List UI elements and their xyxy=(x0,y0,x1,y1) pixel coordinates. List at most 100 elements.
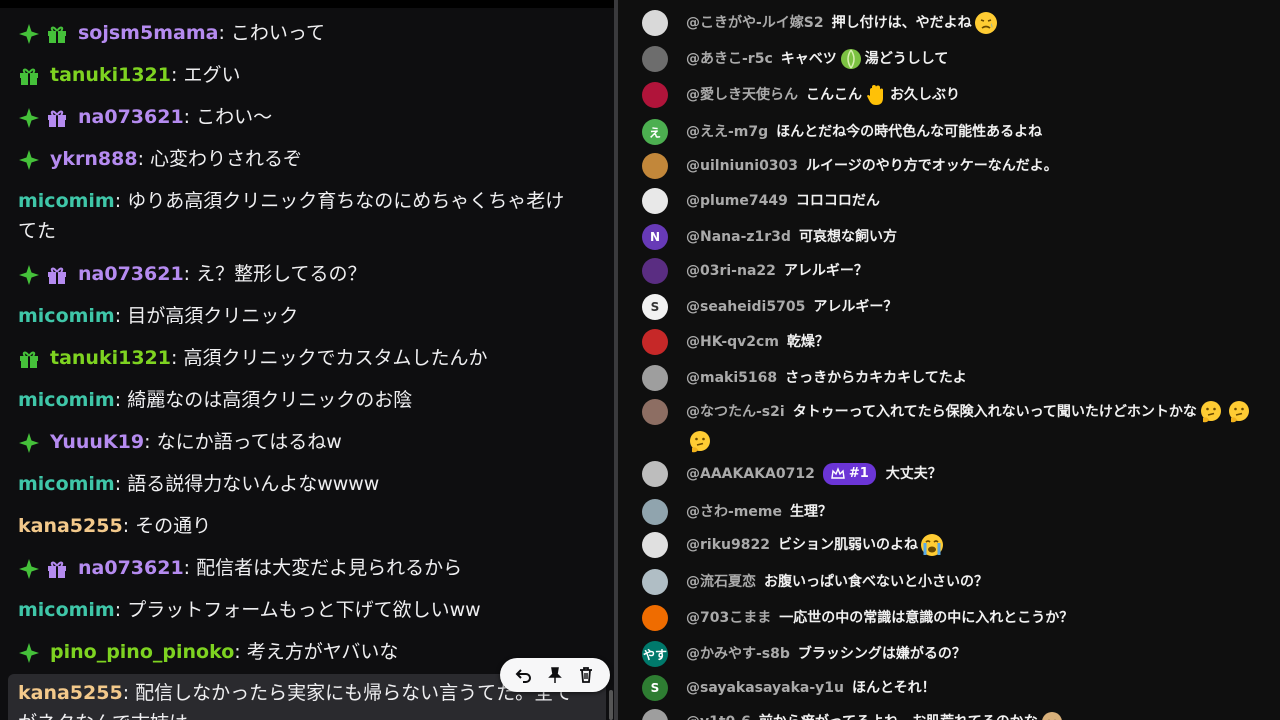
message-text: お腹いっぱい食べないと小さいの？ xyxy=(764,574,988,590)
crying-emoji-icon xyxy=(920,534,943,556)
author-name[interactable]: @愛しき天使らん xyxy=(686,87,798,103)
chat-message[interactable]: tanuki1321: エグい xyxy=(18,60,598,91)
avatar[interactable]: やす xyxy=(642,641,668,667)
chat-username[interactable]: na073621 xyxy=(78,557,184,579)
chat-message[interactable]: micomim: 綺麗なのは高須クリニックのお陰 xyxy=(18,385,598,415)
chat-message[interactable]: na073621: え？整形してるの？ xyxy=(18,259,598,290)
chat-message[interactable]: kana5255: その通り xyxy=(18,511,598,541)
chat-username[interactable]: pino_pino_pinoko xyxy=(50,641,234,663)
author-name[interactable]: @HK-qv2cm xyxy=(686,334,779,350)
message-body: @流石夏恋 お腹いっぱい食べないと小さいの？ xyxy=(686,567,1266,597)
youtube-chat-panel: @こきがや-ルイ嫁S2 押し付けは、やだよね @あきこ-r5c キャベツ 湯どうしして @… xyxy=(618,0,1280,720)
chat-username[interactable]: kana5255 xyxy=(18,682,123,704)
author-name[interactable]: @あきこ-r5c xyxy=(686,51,773,67)
user-badges xyxy=(18,61,46,91)
chat-message[interactable]: micomim: 目が高須クリニック xyxy=(18,301,598,331)
author-name[interactable]: @ええ-m7g xyxy=(686,124,768,140)
dog-emoji-icon xyxy=(1041,712,1062,720)
author-name[interactable]: @riku9822 xyxy=(686,537,770,553)
chat-username[interactable]: na073621 xyxy=(78,106,184,128)
chat-message-text: : その通り xyxy=(122,515,212,537)
author-name[interactable]: @seaheidi5705 xyxy=(686,299,805,315)
author-name[interactable]: @かみやす-s8b xyxy=(686,646,790,662)
chat-message-text: : 綺麗なのは高須クリニックのお陰 xyxy=(114,389,413,411)
chat-username[interactable]: sojsm5mama xyxy=(78,22,218,44)
author-name[interactable]: @plume7449 xyxy=(686,193,788,209)
undo-icon[interactable] xyxy=(512,663,536,687)
gift-badge-icon xyxy=(20,351,38,368)
author-name[interactable]: @03ri-na22 xyxy=(686,263,776,279)
author-name[interactable]: @maki5168 xyxy=(686,370,777,386)
gift-badge-icon xyxy=(20,68,38,85)
author-name[interactable]: @流石夏恋 xyxy=(686,574,756,590)
chat-username[interactable]: kana5255 xyxy=(18,515,123,537)
avatar[interactable] xyxy=(642,365,668,391)
chat-username[interactable]: ykrn888 xyxy=(50,148,138,170)
chat-username[interactable]: micomim xyxy=(18,305,115,327)
author-name[interactable]: @Nana-z1r3d xyxy=(686,229,791,245)
author-name[interactable]: @sayakasayaka-y1u xyxy=(686,680,844,696)
avatar[interactable] xyxy=(642,461,668,487)
author-name[interactable]: @AAAKAKA0712 xyxy=(686,466,815,482)
message-text: ルイージのやり方でオッケーなんだよ。 xyxy=(806,158,1058,174)
avatar[interactable] xyxy=(642,329,668,355)
message-text: 生理？ xyxy=(789,504,832,520)
chat-message[interactable]: YuuuK19: なにか語ってはるねw xyxy=(18,427,598,458)
avatar[interactable]: え xyxy=(642,119,668,145)
avatar[interactable]: N xyxy=(642,224,668,250)
chat-message[interactable]: sojsm5mama: こわいって xyxy=(18,18,598,49)
message-body: @愛しき天使らん こんこん お久しぶり xyxy=(686,80,1266,110)
twitch-chat-panel: sojsm5mama: こわいって tanuki1321: エグい na073621… xyxy=(0,0,614,720)
author-name[interactable]: @703こまま xyxy=(686,610,771,626)
author-name[interactable]: @さわ-meme xyxy=(686,504,782,520)
author-name[interactable]: @なつたん-s2i xyxy=(686,404,785,420)
avatar[interactable] xyxy=(642,605,668,631)
chat-username[interactable]: tanuki1321 xyxy=(50,347,171,369)
chat-username[interactable]: micomim xyxy=(18,599,115,621)
thinking-emoji-icon xyxy=(690,431,710,453)
author-name[interactable]: @y1t0-6 xyxy=(686,714,751,720)
chat-message[interactable]: ykrn888: 心変わりされるぞ xyxy=(18,144,598,175)
avatar[interactable] xyxy=(642,82,668,108)
chat-username[interactable]: YuuuK19 xyxy=(50,431,144,453)
chat-message[interactable]: micomim: プラットフォームもっと下げて欲しいww xyxy=(18,595,598,625)
message-text: 可哀想な飼い方 xyxy=(798,229,897,245)
message-text: ほんとだね今の時代色んな可能性あるよね xyxy=(776,124,1043,140)
avatar[interactable]: S xyxy=(642,675,668,701)
message-body: @seaheidi5705 アレルギー？ xyxy=(686,292,1266,322)
avatar[interactable] xyxy=(642,153,668,179)
message-body: @maki5168 さっきからカキカキしてたよ xyxy=(686,363,1266,393)
avatar[interactable] xyxy=(642,258,668,284)
chat-message[interactable]: micomim: ゆりあ高須クリニック育ちなのにめちゃくちゃ老け てた xyxy=(18,186,598,246)
chat-message[interactable]: tanuki1321: 高須クリニックでカスタムしたんか xyxy=(18,343,598,374)
pin-icon[interactable] xyxy=(543,663,567,687)
author-name[interactable]: @こきがや-ルイ嫁S2 xyxy=(686,15,824,31)
avatar[interactable] xyxy=(642,532,668,558)
avatar[interactable] xyxy=(642,499,668,525)
chat-username[interactable]: micomim xyxy=(18,473,115,495)
avatar[interactable] xyxy=(642,10,668,36)
chat-message[interactable]: na073621: こわい〜 xyxy=(18,102,598,133)
chat-username[interactable]: tanuki1321 xyxy=(50,64,171,86)
chat-message[interactable]: na073621: 配信者は大変だよ見られるから xyxy=(18,553,598,584)
scrollbar[interactable] xyxy=(609,690,613,720)
rank-badge-label: #1 xyxy=(848,466,869,481)
avatar[interactable] xyxy=(642,569,668,595)
author-name[interactable]: @uilniuni0303 xyxy=(686,158,798,174)
message-text: さっきからカキカキしてたよ xyxy=(785,370,967,386)
avatar[interactable] xyxy=(642,188,668,214)
sparkle-badge-icon xyxy=(19,108,39,128)
chat-message[interactable]: micomim: 語る説得力ないんよなwwww xyxy=(18,469,598,499)
chat-username[interactable]: micomim xyxy=(18,190,115,212)
avatar[interactable] xyxy=(642,709,668,720)
avatar[interactable]: S xyxy=(642,294,668,320)
sparkle-badge-icon xyxy=(19,24,39,44)
trash-icon[interactable] xyxy=(574,663,598,687)
chat-username[interactable]: na073621 xyxy=(78,263,184,285)
message-text-continued: お久しぶり xyxy=(890,87,960,103)
gift-badge-icon xyxy=(48,26,66,43)
avatar[interactable] xyxy=(642,399,668,425)
chat-username[interactable]: micomim xyxy=(18,389,115,411)
message-text: ほんとそれ！ xyxy=(852,680,936,696)
avatar[interactable] xyxy=(642,46,668,72)
